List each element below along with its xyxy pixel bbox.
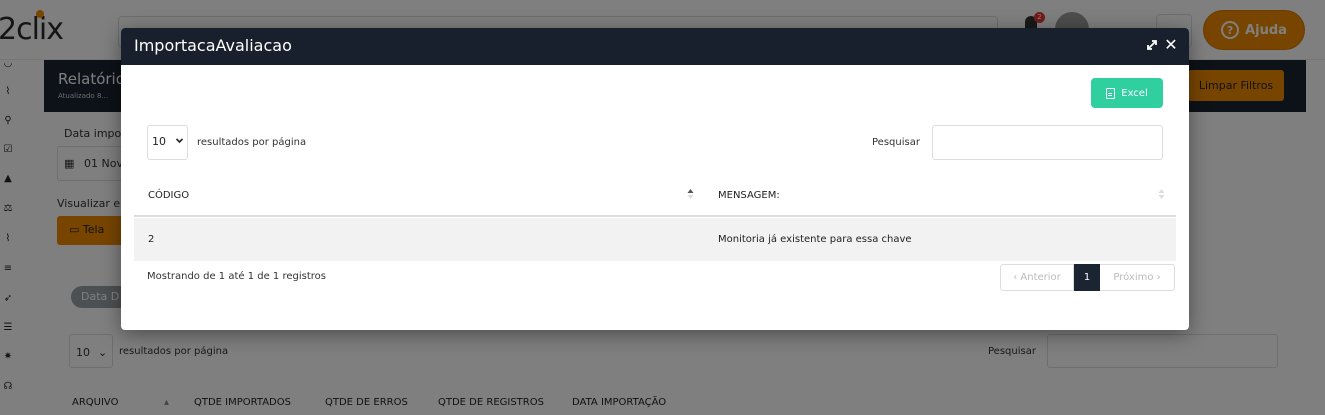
table-row[interactable]: 2 Monitoria já existente para essa chave (134, 218, 1176, 261)
previous-page-button[interactable]: ‹ Anterior (1000, 264, 1074, 291)
modal-title: ImportacaAvaliacao (134, 36, 292, 55)
search-input[interactable] (932, 125, 1163, 160)
next-page-button[interactable]: Próximo › (1100, 264, 1175, 291)
modal-header: ImportacaAvaliacao ✕ (121, 28, 1189, 65)
page-length-select[interactable]: 10 (147, 125, 188, 160)
table-info: Mostrando de 1 até 1 de 1 registros (147, 271, 326, 282)
page-length-label: resultados por página (197, 137, 307, 148)
page-length-value: 10 (152, 135, 166, 148)
import-modal: ImportacaAvaliacao ✕ Excel 10 resultados… (121, 28, 1189, 330)
table-header: CÓDIGO MENSAGEM: (134, 178, 1176, 217)
excel-button-label: Excel (1121, 87, 1148, 99)
chevron-down-icon (176, 138, 183, 144)
sort-asc-icon[interactable] (687, 188, 694, 200)
expand-icon[interactable] (1145, 38, 1159, 52)
sort-icon[interactable] (1158, 188, 1165, 200)
pagination: ‹ Anterior 1 Próximo › (1000, 264, 1175, 291)
column-header-mensagem[interactable]: MENSAGEM: (718, 190, 780, 201)
column-header-codigo[interactable]: CÓDIGO (148, 190, 189, 201)
close-icon[interactable]: ✕ (1163, 36, 1179, 54)
search-label: Pesquisar (872, 137, 920, 148)
page-1-button[interactable]: 1 (1074, 264, 1100, 291)
cell-mensagem: Monitoria já existente para essa chave (718, 234, 912, 245)
excel-export-button[interactable]: Excel (1091, 78, 1163, 108)
file-icon (1106, 87, 1116, 99)
cell-codigo: 2 (148, 234, 155, 245)
